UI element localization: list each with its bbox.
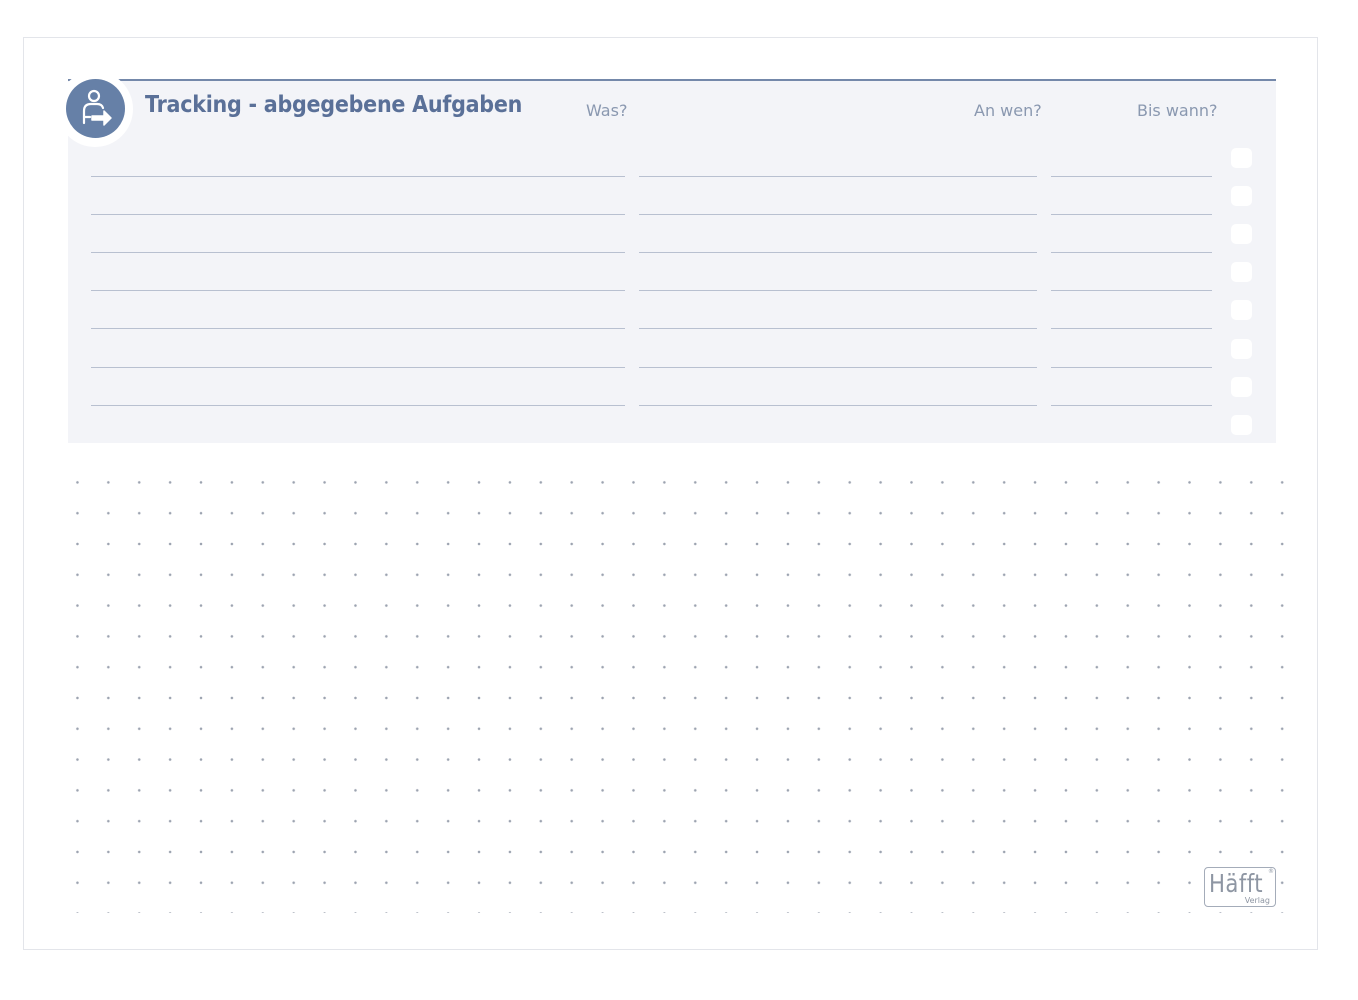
logo-registered-mark: ® <box>1268 868 1274 875</box>
page-title: Tracking - abgegebene Aufgaben <box>145 92 523 118</box>
bis-wann-line-5[interactable] <box>1051 328 1212 330</box>
was-line-2[interactable] <box>91 214 625 216</box>
haefft-logo: Häfft Verlag ® <box>1204 867 1276 907</box>
bis-wann-line-7[interactable] <box>1051 404 1212 406</box>
an-wen-line-4[interactable] <box>639 290 1037 292</box>
an-wen-line-6[interactable] <box>639 366 1037 368</box>
done-checkbox-2[interactable] <box>1231 186 1252 207</box>
was-line-1[interactable] <box>91 176 625 177</box>
done-checkbox-7[interactable] <box>1231 376 1252 397</box>
tracking-panel <box>68 79 1276 443</box>
was-line-4[interactable] <box>91 290 625 292</box>
an-wen-line-1[interactable] <box>639 176 1037 177</box>
done-checkbox-3[interactable] <box>1231 224 1252 245</box>
bis-wann-line-1[interactable] <box>1051 176 1212 177</box>
person-handover-icon <box>66 79 125 138</box>
logo-subtitle: Verlag <box>1244 896 1270 905</box>
bis-wann-line-3[interactable] <box>1051 252 1212 254</box>
done-checkbox-5[interactable] <box>1231 300 1252 321</box>
done-checkbox-6[interactable] <box>1231 338 1252 359</box>
was-line-6[interactable] <box>91 366 625 368</box>
bis-wann-line-2[interactable] <box>1051 214 1212 216</box>
an-wen-line-7[interactable] <box>639 404 1037 406</box>
column-header-an-wen: An wen? <box>974 101 1042 120</box>
an-wen-line-3[interactable] <box>639 252 1037 254</box>
was-line-5[interactable] <box>91 328 625 330</box>
an-wen-line-2[interactable] <box>639 214 1037 216</box>
bis-wann-line-4[interactable] <box>1051 290 1212 292</box>
column-header-was: Was? <box>586 101 628 120</box>
done-checkbox-1[interactable] <box>1231 148 1252 168</box>
bis-wann-line-6[interactable] <box>1051 366 1212 368</box>
logo-wordmark: Häfft <box>1209 869 1264 898</box>
done-checkbox-8[interactable] <box>1231 414 1252 435</box>
was-line-7[interactable] <box>91 404 625 406</box>
column-header-bis-wann: Bis wann? <box>1137 101 1218 120</box>
was-line-3[interactable] <box>91 252 625 254</box>
dot-grid[interactable] <box>62 467 1286 913</box>
an-wen-line-5[interactable] <box>639 328 1037 330</box>
done-checkbox-4[interactable] <box>1231 262 1252 283</box>
